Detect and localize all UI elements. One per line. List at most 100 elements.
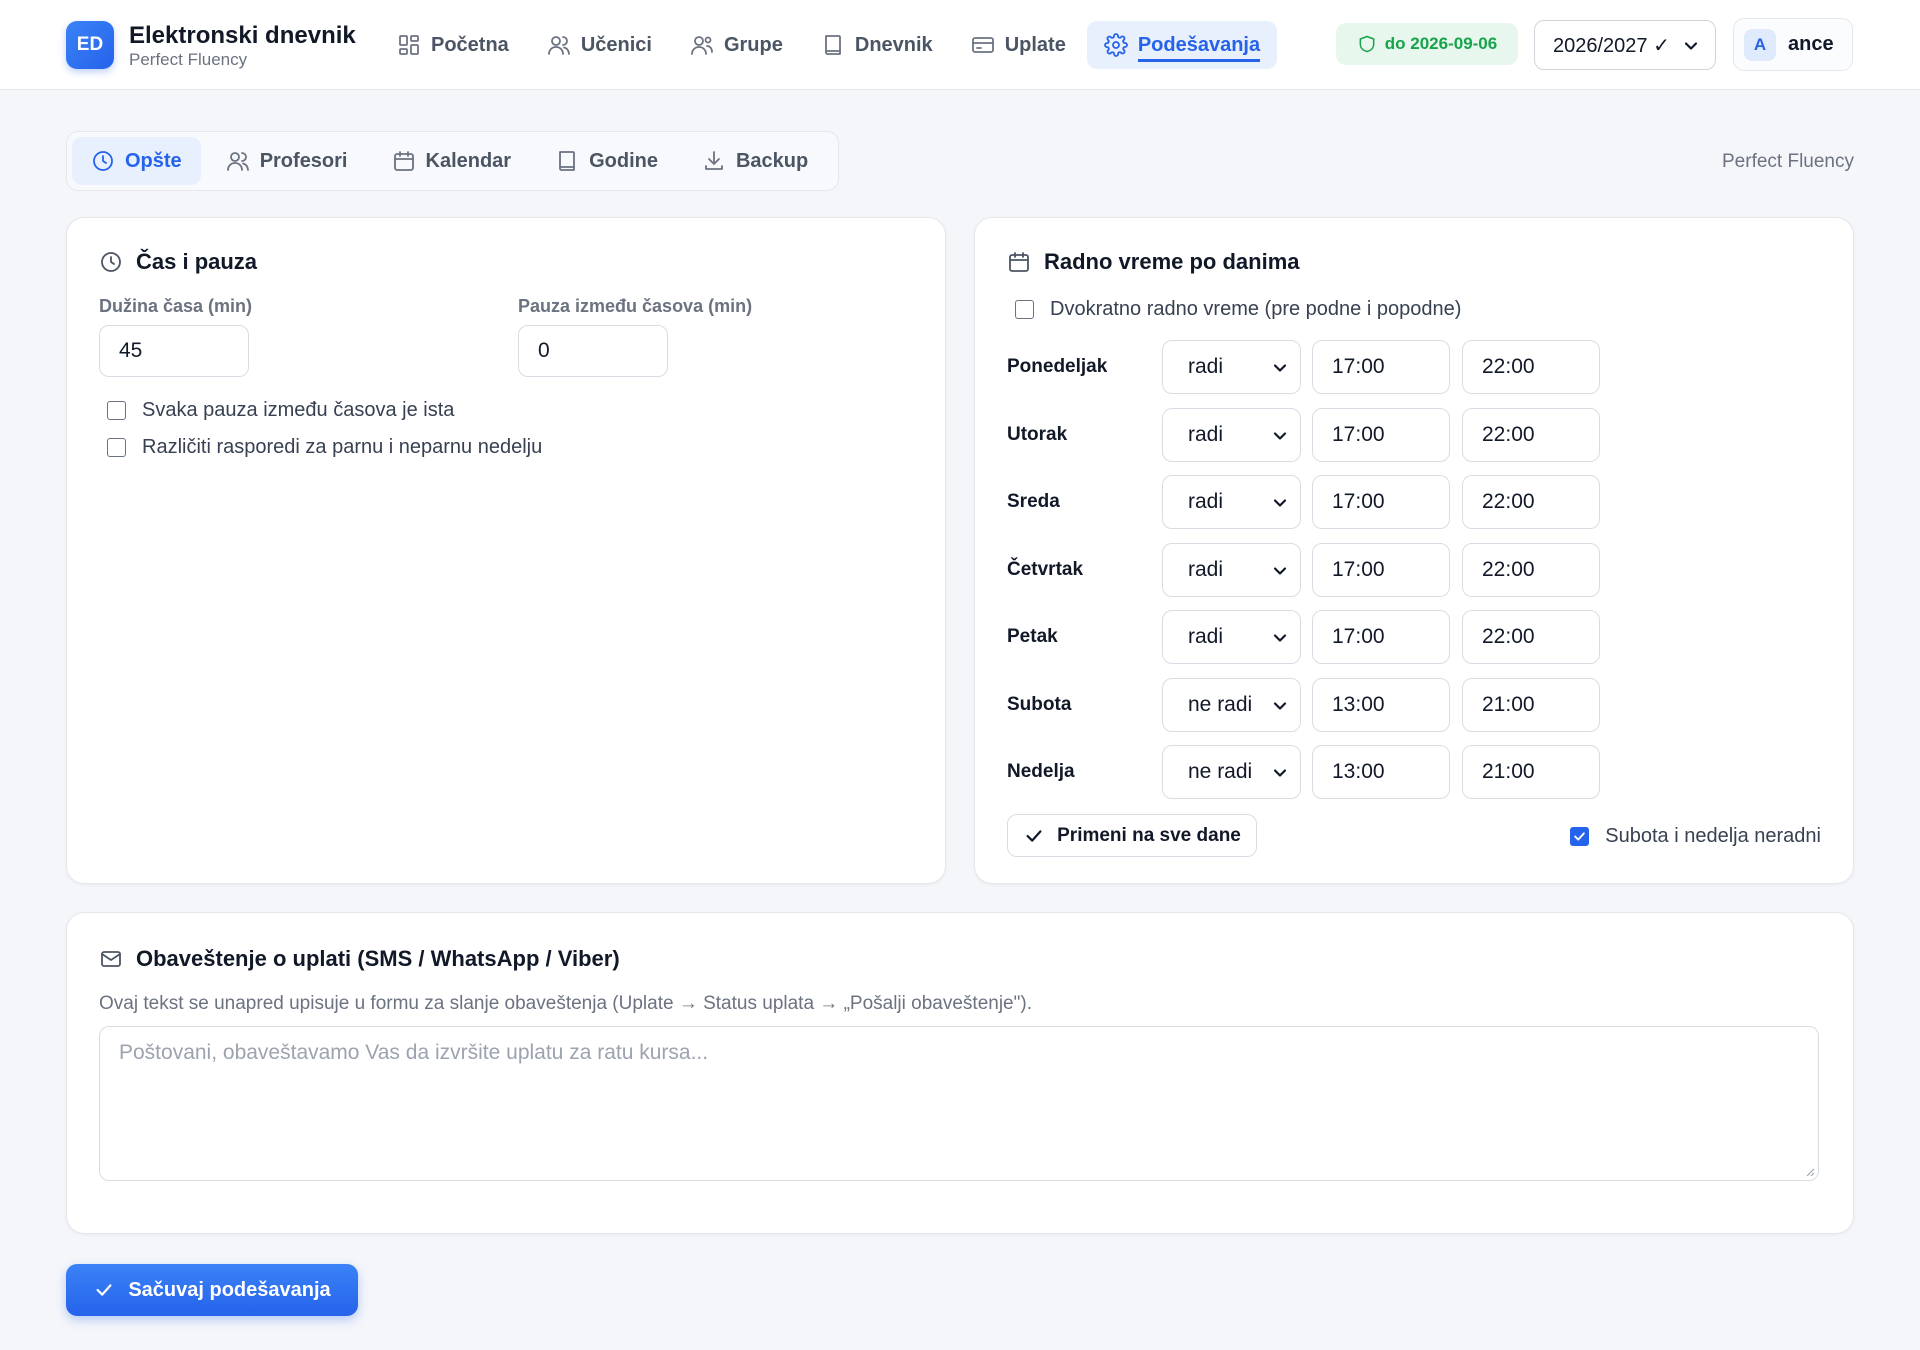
day-status-value: radi: [1188, 557, 1224, 581]
same-pause-option[interactable]: Svaka pauza između časova je ista: [107, 399, 454, 422]
duration-label: Dužina časa (min): [99, 296, 253, 316]
clock-icon: [99, 250, 123, 274]
split-shift-option[interactable]: Dvokratno radno vreme (pre podne i popod…: [1015, 298, 1461, 321]
day-start-time-input[interactable]: 17:00: [1312, 407, 1450, 462]
book-icon: [821, 33, 845, 57]
day-status-select[interactable]: ne radi: [1162, 745, 1301, 799]
day-status-select[interactable]: radi: [1162, 542, 1301, 597]
same-pause-checkbox[interactable]: [107, 401, 126, 420]
user-menu[interactable]: A ance: [1733, 18, 1853, 71]
nav-item-podesavanja[interactable]: Podešavanja: [1086, 21, 1278, 69]
working-hours-card: Radno vreme po danima Dvokratno radno vr…: [974, 217, 1854, 884]
day-status-select[interactable]: ne radi: [1162, 677, 1301, 732]
nav-label: Početna: [431, 33, 509, 56]
day-status-value: radi: [1188, 422, 1224, 446]
nav-item-pocetna[interactable]: Početna: [380, 21, 526, 69]
tab-opste[interactable]: Opšte: [72, 137, 201, 185]
tab-kalendar[interactable]: Kalendar: [373, 137, 531, 185]
save-settings-label: Sačuvaj podešavanja: [128, 1278, 331, 1301]
chevron-down-icon: [1270, 561, 1290, 581]
day-start-time-input[interactable]: 17:00: [1312, 542, 1450, 597]
tab-profesori[interactable]: Profesori: [207, 137, 367, 185]
day-status-value: ne radi: [1188, 760, 1253, 783]
lesson-card: Čas i pauza Dužina časa (min) 45 Pauza i…: [66, 217, 946, 884]
pause-label: Pauza između časova (min): [518, 296, 753, 316]
payment-notice-textarea[interactable]: Poštovani, obaveštavamo Vas da izvršite …: [99, 1026, 1819, 1181]
day-row: Ponedeljak radi 17:00 22:00: [1007, 340, 1607, 394]
day-end-time-input[interactable]: 22:00: [1462, 475, 1600, 529]
weekend-off-checkbox[interactable]: [1570, 827, 1590, 846]
day-name: Petak: [1007, 626, 1058, 647]
nav-item-uplate[interactable]: Uplate: [954, 21, 1083, 69]
working-hours-title-text: Radno vreme po danima: [1044, 249, 1300, 274]
save-settings-button[interactable]: Sačuvaj podešavanja: [66, 1264, 358, 1316]
split-shift-checkbox[interactable]: [1015, 300, 1034, 319]
tab-godine[interactable]: Godine: [536, 137, 677, 185]
tab-backup[interactable]: Backup: [683, 137, 827, 185]
tab-label: Opšte: [125, 149, 182, 172]
day-status-select[interactable]: radi: [1162, 475, 1301, 529]
day-start-time-input[interactable]: 17:00: [1312, 610, 1450, 664]
top-header: ED Elektronski dnevnik Perfect Fluency P…: [0, 0, 1920, 90]
nav-label: Uplate: [1004, 33, 1066, 56]
check-icon: [1023, 825, 1045, 847]
nav-item-ucenici[interactable]: Učenici: [530, 21, 669, 69]
day-row: Sreda radi 17:00 22:00: [1007, 475, 1607, 529]
payment-notice-card: Obaveštenje o uplati (SMS / WhatsApp / V…: [66, 912, 1854, 1234]
clock-icon: [91, 149, 115, 173]
nav-label: Grupe: [723, 33, 783, 56]
pause-input[interactable]: 0: [518, 325, 668, 377]
school-year-select[interactable]: 2026/2027 ✓: [1534, 20, 1716, 70]
apply-all-days-button[interactable]: Primeni na sve dane: [1007, 814, 1257, 857]
tab-label: Profesori: [259, 149, 348, 172]
day-start-time-input[interactable]: 17:00: [1312, 340, 1450, 394]
chevron-down-icon: [1681, 36, 1701, 56]
day-end-time-input[interactable]: 22:00: [1462, 407, 1600, 462]
chevron-down-icon: [1270, 358, 1290, 378]
users-icon: [226, 149, 250, 173]
odd-even-checkbox[interactable]: [107, 438, 126, 457]
chevron-down-icon: [1270, 628, 1290, 648]
day-name: Ponedeljak: [1007, 356, 1108, 377]
day-status-select[interactable]: radi: [1162, 340, 1301, 394]
calendar-icon: [392, 149, 416, 173]
day-name: Subota: [1007, 693, 1072, 715]
day-status-value: radi: [1188, 490, 1224, 513]
day-end-time-input[interactable]: 22:00: [1462, 610, 1600, 664]
license-label: do 2026-09-06: [1384, 34, 1498, 53]
day-name: Četvrtak: [1007, 558, 1084, 580]
mail-icon: [99, 947, 123, 971]
tab-label: Godine: [589, 149, 658, 172]
shield-icon: [1357, 34, 1377, 54]
day-start-time-input[interactable]: 13:00: [1312, 677, 1450, 732]
day-name: Utorak: [1007, 423, 1068, 445]
tenant-label: Perfect Fluency: [1722, 151, 1854, 172]
day-status-select[interactable]: radi: [1162, 407, 1301, 462]
dashboard-icon: [397, 33, 421, 57]
odd-even-option[interactable]: Različiti rasporedi za parnu i neparnu n…: [107, 436, 542, 459]
nav-label: Dnevnik: [854, 33, 933, 56]
resize-handle-icon[interactable]: [1803, 1165, 1815, 1177]
day-status-value: ne radi: [1188, 692, 1253, 716]
day-start-time-input[interactable]: 13:00: [1312, 745, 1450, 799]
day-status-select[interactable]: radi: [1162, 610, 1301, 664]
day-end-time-input[interactable]: 21:00: [1462, 677, 1600, 732]
day-end-time-input[interactable]: 21:00: [1462, 745, 1600, 799]
check-icon: [93, 1279, 115, 1301]
day-end-time-input[interactable]: 22:00: [1462, 340, 1600, 394]
working-hours-title: Radno vreme po danima: [1007, 249, 1300, 275]
nav-item-dnevnik[interactable]: Dnevnik: [804, 21, 950, 69]
license-badge: do 2026-09-06: [1336, 23, 1518, 65]
weekend-off-option[interactable]: Subota i nedelja neradni: [1570, 825, 1821, 848]
lesson-title-text: Čas i pauza: [136, 249, 258, 274]
duration-input[interactable]: 45: [99, 325, 249, 377]
users-icon: [547, 33, 571, 57]
day-end-time-input[interactable]: 22:00: [1462, 542, 1600, 597]
day-status-value: radi: [1188, 355, 1224, 378]
nav-item-grupe[interactable]: Grupe: [673, 21, 800, 69]
nav-label: Podešavanja: [1137, 34, 1261, 62]
day-start-time-input[interactable]: 17:00: [1312, 475, 1450, 529]
app-logo[interactable]: ED: [66, 21, 114, 69]
chevron-down-icon: [1270, 696, 1290, 716]
payment-notice-placeholder: Poštovani, obaveštavamo Vas da izvršite …: [119, 1041, 709, 1064]
